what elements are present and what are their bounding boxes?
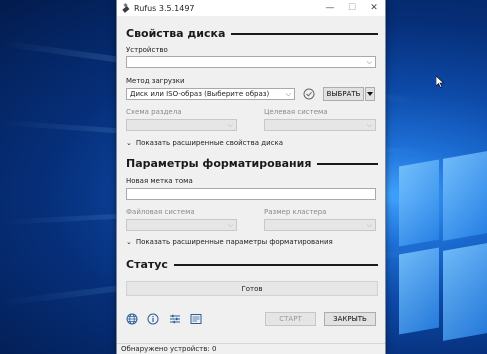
select-dropdown-button[interactable] xyxy=(365,87,375,101)
settings-icon[interactable] xyxy=(169,313,181,325)
drive-properties-heading: Свойства диска xyxy=(126,27,378,40)
minimize-button[interactable]: — xyxy=(319,0,341,16)
select-image-button[interactable]: ВЫБРАТЬ xyxy=(323,87,364,101)
status-footer: Обнаружено устройств: 0 xyxy=(117,343,385,354)
chevron-down-icon: ⌵ xyxy=(366,221,372,229)
advanced-format-toggle-label: Показать расширенные параметры форматиро… xyxy=(135,238,333,246)
log-icon[interactable] xyxy=(190,313,202,325)
window-title: Rufus 3.5.1497 xyxy=(134,3,195,13)
file-system-select[interactable]: ⌵ xyxy=(126,219,237,231)
target-system-label: Целевая система xyxy=(264,108,328,116)
title-bar[interactable]: Rufus 3.5.1497 — ☐ ✕ xyxy=(117,0,385,16)
advanced-format-toggle[interactable]: ⌄ Показать расширенные параметры формати… xyxy=(126,238,333,246)
format-options-title: Параметры форматирования xyxy=(126,157,312,170)
file-system-label: Файловая система xyxy=(126,208,195,216)
volume-label-label: Новая метка тома xyxy=(126,177,193,185)
chevron-down-icon: ⌵ xyxy=(366,58,372,66)
chevron-down-icon: ⌵ xyxy=(227,121,233,129)
status-progress-bar: Готов xyxy=(126,281,378,296)
status-text: Готов xyxy=(241,284,263,293)
windows-logo xyxy=(395,151,487,345)
chevron-down-icon: ⌄ xyxy=(126,139,132,147)
info-icon[interactable] xyxy=(147,313,159,325)
usb-icon xyxy=(122,3,130,13)
cluster-size-select[interactable]: ⌵ xyxy=(264,219,376,231)
heading-divider xyxy=(231,32,378,35)
globe-icon[interactable] xyxy=(126,313,138,325)
partition-scheme-label: Схема раздела xyxy=(126,108,182,116)
partition-scheme-select[interactable]: ⌵ xyxy=(126,119,237,131)
chevron-down-icon: ⌵ xyxy=(366,121,372,129)
status-title: Статус xyxy=(126,258,168,271)
maximize-button[interactable]: ☐ xyxy=(341,0,363,16)
boot-selection-select[interactable]: Диск или ISO-образ (Выберите образ) ⌵ xyxy=(126,88,295,100)
start-button[interactable]: СТАРТ xyxy=(265,312,316,326)
close-button[interactable]: ЗАКРЫТЬ xyxy=(324,312,376,326)
devices-found-text: Обнаружено устройств: 0 xyxy=(121,345,217,353)
main-content: Свойства диска Устройство ⌵ Метод загруз… xyxy=(117,16,385,343)
device-select[interactable]: ⌵ xyxy=(126,56,376,68)
status-heading: Статус xyxy=(126,258,378,271)
advanced-drive-toggle-label: Показать расширенные свойства диска xyxy=(135,139,284,147)
advanced-drive-toggle[interactable]: ⌄ Показать расширенные свойства диска xyxy=(126,139,283,147)
format-options-heading: Параметры форматирования xyxy=(126,157,378,170)
heading-divider xyxy=(317,162,378,165)
target-system-select[interactable]: ⌵ xyxy=(264,119,376,131)
chevron-down-icon: ⌄ xyxy=(126,238,132,246)
boot-selection-label: Метод загрузки xyxy=(126,77,185,85)
device-label: Устройство xyxy=(126,46,168,54)
chevron-down-icon xyxy=(367,92,373,96)
cluster-size-label: Размер кластера xyxy=(264,208,327,216)
volume-label-input[interactable] xyxy=(126,188,376,200)
boot-selection-value: Диск или ISO-образ (Выберите образ) xyxy=(130,90,270,98)
heading-divider xyxy=(173,263,378,266)
drive-properties-title: Свойства диска xyxy=(126,27,226,40)
check-icon[interactable] xyxy=(303,88,315,100)
rufus-window: Rufus 3.5.1497 — ☐ ✕ Свойства диска Устр… xyxy=(116,0,386,354)
chevron-down-icon: ⌵ xyxy=(227,221,233,229)
chevron-down-icon: ⌵ xyxy=(285,90,291,98)
mouse-cursor-icon xyxy=(436,76,444,88)
close-window-button[interactable]: ✕ xyxy=(363,0,385,16)
